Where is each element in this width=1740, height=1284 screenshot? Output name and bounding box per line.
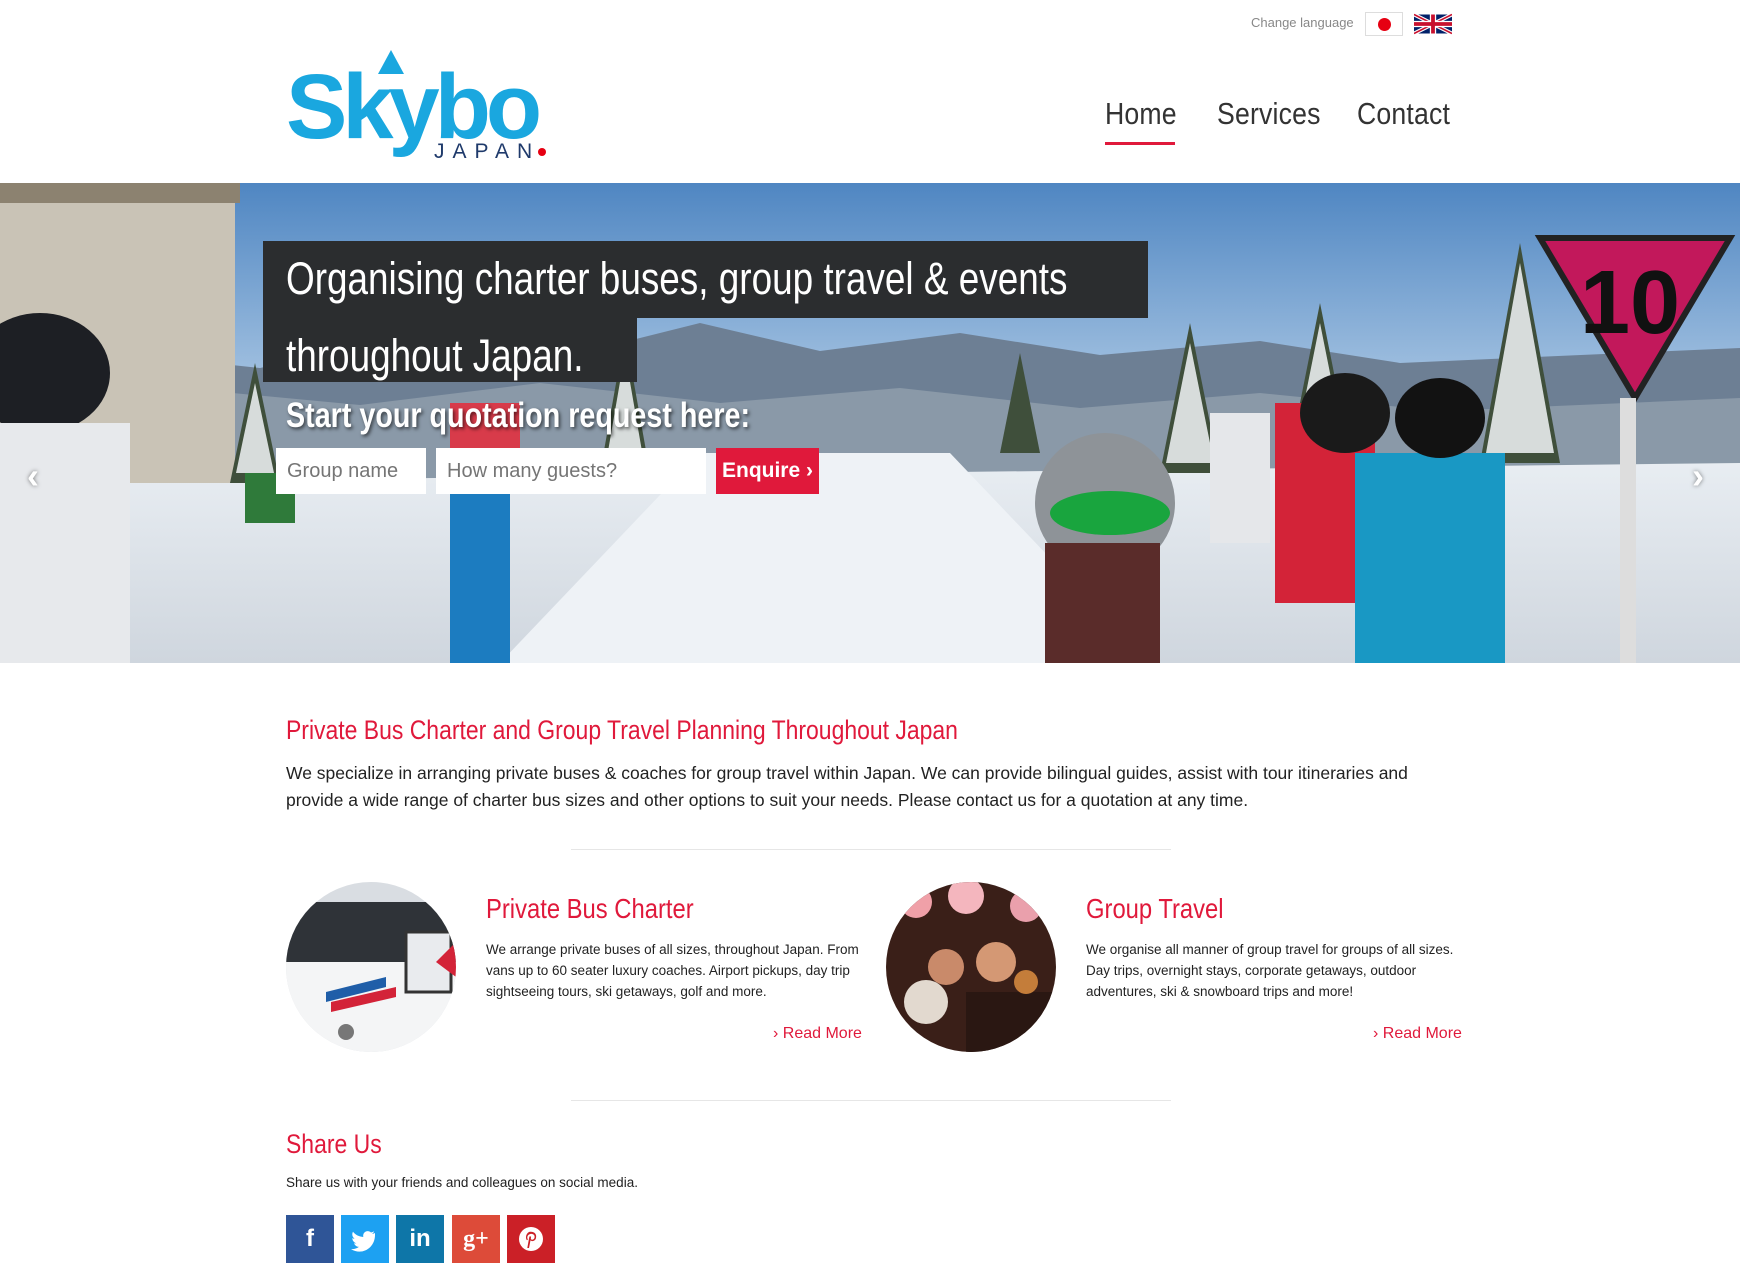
read-more-link[interactable]: › Read More	[1373, 1025, 1462, 1043]
hero-headline-line2: throughout Japan.	[286, 330, 584, 381]
chevron-left-icon[interactable]: ‹	[27, 455, 39, 497]
service-title-group-travel[interactable]: Group Travel	[1086, 893, 1224, 925]
share-title: Share Us	[286, 1129, 382, 1159]
divider	[571, 849, 1171, 850]
hero-headline-line2-box: throughout Japan.	[263, 318, 637, 382]
skybo-logo[interactable]: Skybo JAPAN	[286, 48, 576, 168]
hero-headline-line1: Organising charter buses, group travel &…	[286, 253, 1068, 304]
guests-input[interactable]	[436, 448, 706, 494]
quotation-subheading: Start your quotation request here:	[286, 396, 751, 435]
chevron-right-icon[interactable]: ›	[1692, 455, 1704, 497]
enquire-button[interactable]: Enquire ›	[716, 448, 819, 494]
google-plus-icon[interactable]: g+	[452, 1215, 500, 1263]
uk-flag-icon[interactable]	[1414, 12, 1452, 36]
hero-headline-line1-box: Organising charter buses, group travel &…	[263, 241, 1148, 318]
group-name-input[interactable]	[276, 448, 426, 494]
bus-image	[286, 882, 456, 1052]
nav-home[interactable]: Home	[1105, 96, 1177, 132]
service-title-bus-charter[interactable]: Private Bus Charter	[486, 893, 694, 925]
service-text-group-travel: We organise all manner of group travel f…	[1086, 942, 1454, 999]
divider	[571, 1100, 1171, 1101]
intro-title: Private Bus Charter and Group Travel Pla…	[286, 715, 958, 745]
linkedin-icon[interactable]: in	[396, 1215, 444, 1263]
pinterest-icon[interactable]	[507, 1215, 555, 1263]
read-more-link[interactable]: › Read More	[773, 1025, 862, 1043]
group-travel-image	[886, 882, 1056, 1052]
svg-text:10: 10	[1580, 253, 1680, 353]
nav-active-underline	[1105, 142, 1175, 145]
twitter-icon[interactable]	[341, 1215, 389, 1263]
logo-sub-text: JAPAN	[434, 140, 540, 163]
japan-flag-icon[interactable]	[1365, 12, 1403, 36]
nav-contact[interactable]: Contact	[1357, 96, 1450, 132]
intro-text: We specialize in arranging private buses…	[286, 763, 1408, 810]
facebook-icon[interactable]: f	[286, 1215, 334, 1263]
service-text-bus-charter: We arrange private buses of all sizes, t…	[486, 942, 859, 999]
change-language-label: Change language	[1251, 15, 1354, 30]
nav-services[interactable]: Services	[1217, 96, 1321, 132]
share-text: Share us with your friends and colleague…	[286, 1175, 638, 1190]
